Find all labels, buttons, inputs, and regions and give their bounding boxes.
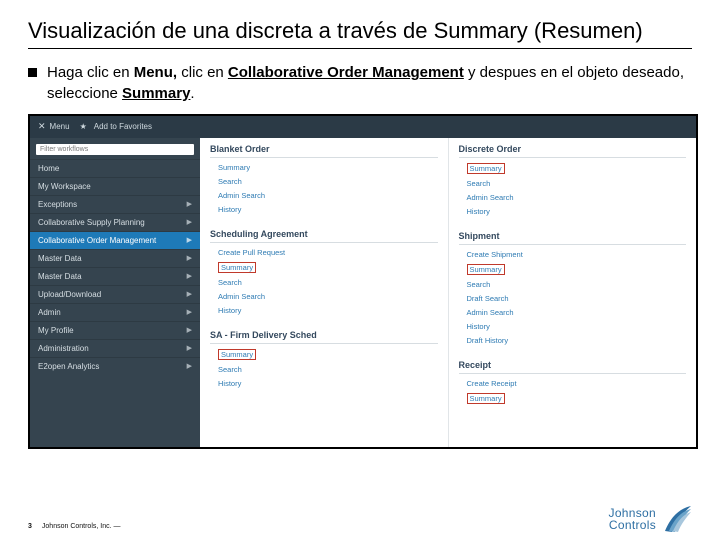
- highlight-box: Summary: [467, 264, 505, 275]
- section-header: Discrete Order: [459, 138, 687, 158]
- chevron-right-icon: ▶: [187, 218, 192, 226]
- col-blanket: Blanket Order SummarySearchAdmin SearchH…: [200, 138, 448, 447]
- menu-link[interactable]: Create Receipt: [467, 377, 687, 391]
- menu-link[interactable]: History: [218, 203, 438, 217]
- menu-link[interactable]: History: [467, 205, 687, 219]
- close-icon: ✕: [38, 121, 46, 132]
- sidebar-item[interactable]: Master Data▶: [30, 267, 200, 285]
- sidebar-item[interactable]: Collaborative Order Management▶: [30, 231, 200, 249]
- menu-link[interactable]: Summary: [467, 262, 687, 278]
- sidebar-item[interactable]: Exceptions▶: [30, 195, 200, 213]
- menu-link[interactable]: Search: [218, 276, 438, 290]
- highlight-box: Summary: [467, 163, 505, 174]
- section-header: SA - Firm Delivery Sched: [210, 324, 438, 344]
- section-header: Receipt: [459, 354, 687, 374]
- sidebar-item[interactable]: Administration▶: [30, 339, 200, 357]
- menu-panels: Blanket Order SummarySearchAdmin SearchH…: [200, 138, 696, 447]
- page-number: 3: [28, 523, 32, 530]
- sidebar: Filter workflows HomeMy WorkspaceExcepti…: [30, 138, 200, 447]
- chevron-right-icon: ▶: [187, 344, 192, 352]
- section-header: Blanket Order: [210, 138, 438, 158]
- slide-footer: 3 Johnson Controls, Inc. —: [28, 523, 121, 530]
- section-header: Scheduling Agreement: [210, 223, 438, 243]
- chevron-right-icon: ▶: [187, 254, 192, 262]
- menu-link[interactable]: Summary: [218, 260, 438, 276]
- chevron-right-icon: ▶: [187, 200, 192, 208]
- menu-link[interactable]: Summary: [467, 161, 687, 177]
- menu-link[interactable]: History: [467, 320, 687, 334]
- menu-link[interactable]: Summary: [218, 347, 438, 363]
- chevron-right-icon: ▶: [187, 236, 192, 244]
- page-title: Visualización de una discreta a través d…: [28, 18, 692, 44]
- screenshot-frame: ✕Menu Add to Favorites Filter workflows …: [28, 114, 698, 449]
- sidebar-item[interactable]: Master Data▶: [30, 249, 200, 267]
- chevron-right-icon: ▶: [187, 326, 192, 334]
- chevron-right-icon: ▶: [187, 290, 192, 298]
- sidebar-item[interactable]: Collaborative Supply Planning▶: [30, 213, 200, 231]
- menu-link[interactable]: History: [218, 377, 438, 391]
- menu-link[interactable]: Create Shipment: [467, 248, 687, 262]
- menu-link[interactable]: Admin Search: [218, 290, 438, 304]
- menu-link[interactable]: Summary: [218, 161, 438, 175]
- menu-link[interactable]: Draft Search: [467, 292, 687, 306]
- section-header: Shipment: [459, 225, 687, 245]
- menu-link[interactable]: Admin Search: [467, 306, 687, 320]
- sidebar-item[interactable]: Admin▶: [30, 303, 200, 321]
- bullet-item: Haga clic en Menu, clic en Collaborative…: [28, 63, 692, 104]
- menu-link[interactable]: Create Pull Request: [218, 246, 438, 260]
- menu-link[interactable]: History: [218, 304, 438, 318]
- highlight-box: Summary: [218, 349, 256, 360]
- chevron-right-icon: ▶: [187, 362, 192, 370]
- sidebar-item[interactable]: Upload/Download▶: [30, 285, 200, 303]
- bullet-text: Haga clic en Menu, clic en Collaborative…: [47, 63, 692, 104]
- sidebar-item[interactable]: My Workspace: [30, 177, 200, 195]
- swoosh-icon: [662, 504, 692, 534]
- chevron-right-icon: ▶: [187, 272, 192, 280]
- filter-input[interactable]: Filter workflows: [36, 144, 194, 155]
- menu-link[interactable]: Summary: [467, 391, 687, 407]
- footer-company: Johnson Controls, Inc. —: [42, 523, 121, 530]
- chevron-right-icon: ▶: [187, 308, 192, 316]
- bullet-icon: [28, 68, 37, 77]
- menu-link[interactable]: Admin Search: [218, 189, 438, 203]
- sidebar-item[interactable]: E2open Analytics▶: [30, 357, 200, 375]
- menu-link[interactable]: Search: [218, 175, 438, 189]
- sidebar-item[interactable]: Home: [30, 159, 200, 177]
- logo-line2: Controls: [609, 519, 656, 531]
- add-favorites-button[interactable]: Add to Favorites: [80, 122, 152, 131]
- menu-link[interactable]: Search: [467, 177, 687, 191]
- menu-link[interactable]: Draft History: [467, 334, 687, 348]
- menu-button[interactable]: ✕Menu: [38, 121, 70, 132]
- sidebar-item[interactable]: My Profile▶: [30, 321, 200, 339]
- menu-link[interactable]: Search: [218, 363, 438, 377]
- app-topbar: ✕Menu Add to Favorites: [30, 116, 696, 138]
- menu-link[interactable]: Admin Search: [467, 191, 687, 205]
- col-discrete: Discrete Order SummarySearchAdmin Search…: [448, 138, 697, 447]
- highlight-box: Summary: [467, 393, 505, 404]
- menu-link[interactable]: Search: [467, 278, 687, 292]
- title-rule: [28, 48, 692, 49]
- highlight-box: Summary: [218, 262, 256, 273]
- brand-logo: Johnson Controls: [609, 504, 692, 534]
